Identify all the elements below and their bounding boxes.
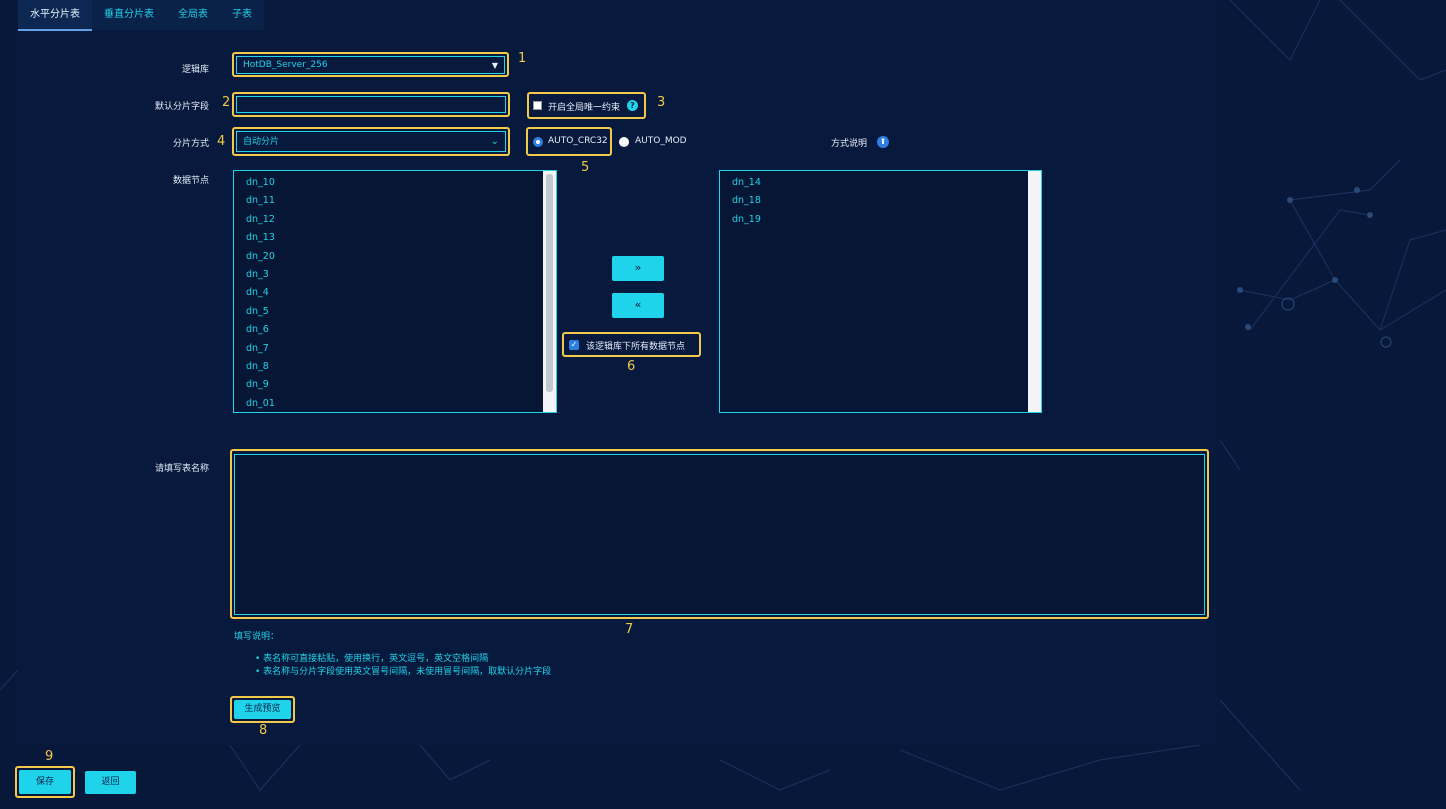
available-node-item[interactable]: dn_10 <box>234 174 556 192</box>
available-node-item[interactable]: dn_9 <box>234 376 556 394</box>
selected-node-item[interactable]: dn_14 <box>720 174 1041 192</box>
fill-instruction-title: 填写说明： <box>234 632 280 642</box>
info-up-icon[interactable]: ⬆ <box>877 136 889 148</box>
available-node-item[interactable]: dn_13 <box>234 229 556 247</box>
radio-crc32[interactable] <box>533 137 543 147</box>
chevron-down-icon: ⌄ <box>490 136 499 147</box>
annotation-7: 7 <box>625 622 634 637</box>
annotation-2: 2 <box>222 95 231 110</box>
available-node-item[interactable]: dn_4 <box>234 284 556 302</box>
annotation-1: 1 <box>518 51 527 66</box>
fill-instruction-item: • 表名称与分片字段使用英文冒号间隔，未使用冒号间隔，取默认分片字段 <box>255 667 552 677</box>
default-shard-field-input[interactable] <box>236 96 506 113</box>
save-button[interactable]: 保存 <box>19 770 71 794</box>
mode-desc-label: 方式说明 <box>831 139 868 149</box>
shard-mode-value: 自动分片 <box>243 137 280 147</box>
logic-db-label: 逻辑库 <box>181 65 209 75</box>
tab-vertical-shard[interactable]: 垂直分片表 <box>92 0 166 30</box>
table-names-textarea[interactable] <box>234 454 1205 615</box>
all-nodes-checkbox[interactable]: ✓ <box>569 340 579 350</box>
available-node-item[interactable]: dn_8 <box>234 358 556 376</box>
annotation-9: 9 <box>45 749 54 764</box>
radio-mod-label: AUTO_MOD <box>635 136 687 146</box>
fill-instruction-text: 表名称可直接粘贴，使用换行，英文逗号，英文空格间隔 <box>263 654 489 664</box>
tab-horizontal-shard[interactable]: 水平分片表 <box>18 0 92 31</box>
annotation-4: 4 <box>217 134 226 149</box>
shard-mode-label: 分片方式 <box>172 139 209 149</box>
back-button[interactable]: 返回 <box>85 771 136 794</box>
generate-preview-button[interactable]: 生成预览 <box>234 700 291 719</box>
scrollbar-thumb[interactable] <box>546 174 553 392</box>
fill-instruction-text: 表名称与分片字段使用英文冒号间隔，未使用冒号间隔，取默认分片字段 <box>263 667 552 677</box>
available-node-item[interactable]: dn_01 <box>234 395 556 412</box>
available-node-item[interactable]: dn_11 <box>234 192 556 210</box>
data-nodes-label: 数据节点 <box>172 176 209 186</box>
selected-node-item[interactable]: dn_19 <box>720 211 1041 229</box>
fill-instruction-item: • 表名称可直接粘贴，使用换行，英文逗号，英文空格间隔 <box>255 654 489 664</box>
tab-bar: 水平分片表 垂直分片表 全局表 子表 <box>18 0 264 31</box>
annotation-3: 3 <box>657 95 666 110</box>
selected-nodes-list[interactable]: dn_14 dn_18 dn_19 <box>719 170 1042 413</box>
available-nodes-list[interactable]: dn_10 dn_11 dn_12 dn_13 dn_20 dn_3 dn_4 … <box>233 170 557 413</box>
default-shard-field-label: 默认分片字段 <box>154 102 209 112</box>
shard-mode-select[interactable]: 自动分片 ⌄ <box>236 131 506 152</box>
annotation-5: 5 <box>581 160 590 175</box>
annotation-6: 6 <box>627 359 636 374</box>
available-node-item[interactable]: dn_5 <box>234 303 556 321</box>
available-node-item[interactable]: dn_6 <box>234 321 556 339</box>
available-node-item[interactable]: dn_20 <box>234 248 556 266</box>
table-names-label: 请填写表名称 <box>154 464 209 474</box>
dropdown-arrow-icon: ▼ <box>491 61 498 70</box>
tab-child-table[interactable]: 子表 <box>220 0 264 30</box>
global-unique-checkbox[interactable] <box>533 101 542 110</box>
logic-db-select[interactable]: HotDB_Server_256 ▼ <box>236 56 505 74</box>
radio-crc32-label: AUTO_CRC32 <box>548 136 608 146</box>
radio-mod[interactable] <box>619 137 629 147</box>
move-right-button[interactable]: » <box>612 256 664 281</box>
tab-global-table[interactable]: 全局表 <box>166 0 220 30</box>
move-left-button[interactable]: « <box>612 293 664 318</box>
scrollbar-track[interactable] <box>543 171 556 412</box>
help-icon[interactable]: ? <box>627 100 638 111</box>
annotation-8: 8 <box>259 723 268 738</box>
available-node-item[interactable]: dn_12 <box>234 211 556 229</box>
selected-node-item[interactable]: dn_18 <box>720 192 1041 210</box>
available-node-item[interactable]: dn_3 <box>234 266 556 284</box>
available-node-item[interactable]: dn_7 <box>234 340 556 358</box>
scrollbar-track[interactable] <box>1028 171 1041 412</box>
all-nodes-label: 该逻辑库下所有数据节点 <box>586 342 686 352</box>
global-unique-label: 开启全局唯一约束 <box>548 103 621 113</box>
logic-db-value: HotDB_Server_256 <box>243 60 328 70</box>
